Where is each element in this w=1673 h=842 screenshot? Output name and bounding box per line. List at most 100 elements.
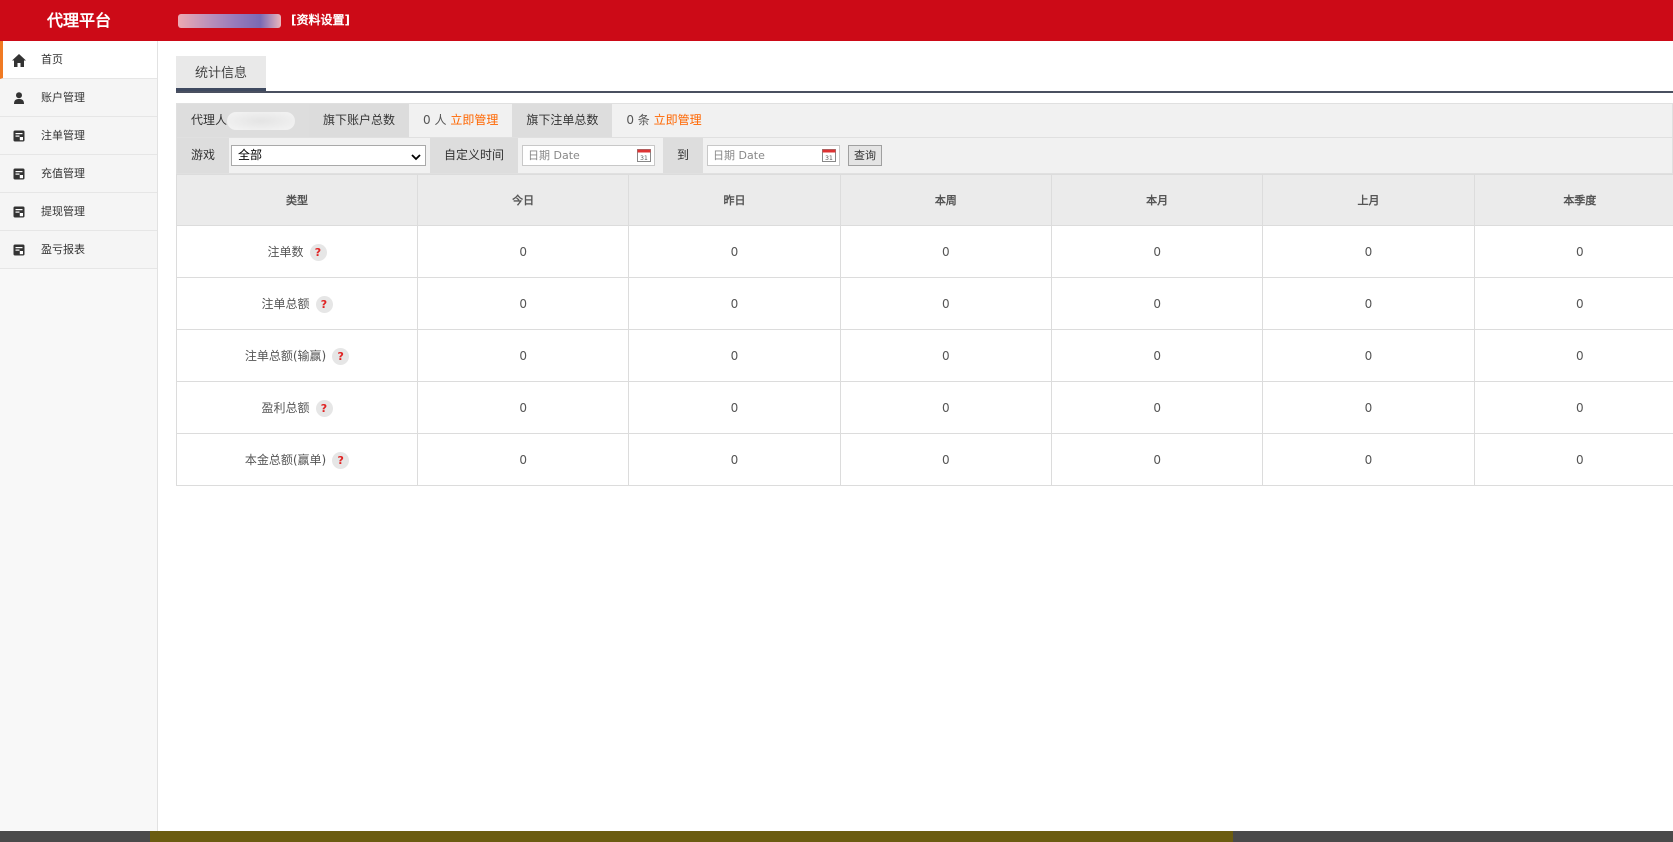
table-cell: 0 [839,381,1052,434]
table-cell: 0 [839,329,1052,382]
table-cell: 0 [1262,433,1475,486]
home-icon [12,53,26,67]
help-icon[interactable]: ? [332,451,350,469]
accounts-total-label: 旗下账户总数 [309,104,410,137]
row-label: 盈利总额? [176,381,418,434]
custom-time-label: 自定义时间 [430,138,519,173]
calendar-icon[interactable]: 31 [637,148,652,162]
column-header: 昨日 [628,174,841,226]
sidebar-item-label: 充值管理 [41,167,85,180]
table-cell: 0 [1473,433,1673,486]
game-label: 游戏 [177,138,230,173]
ledger-icon [12,167,26,181]
sidebar-item-withdrawals[interactable]: 提现管理 [0,193,157,231]
manage-orders-link[interactable]: 立即管理 [654,113,702,127]
table-cell: 0 [416,381,630,434]
sidebar: 首页 账户管理 注单管理 充值管理 提现管理 盈亏报表 [0,41,158,832]
sidebar-item-home[interactable]: 首页 [0,41,157,79]
stats-table: 类型 今日 昨日 本周 本月 上月 本季度 注单数? 0 0 0 0 0 0 注… [176,174,1673,486]
user-info: [资料设置] [178,0,350,41]
help-icon[interactable]: ? [315,295,333,313]
start-date-input[interactable]: 日期 Date 31 [522,145,656,166]
table-cell: 0 [1050,277,1264,330]
help-icon[interactable]: ? [332,347,350,365]
table-cell: 0 [416,329,630,382]
column-header: 类型 [176,174,418,226]
ledger-icon [12,129,26,143]
sidebar-item-deposits[interactable]: 充值管理 [0,155,157,193]
table-cell: 0 [1262,277,1475,330]
chevron-down-icon [411,149,421,168]
table-cell: 0 [1473,225,1673,278]
watermark-banner [150,831,1233,842]
table-cell: 0 [839,225,1052,278]
row-label: 注单总额? [176,277,418,330]
table-cell: 0 [1473,381,1673,434]
table-cell: 0 [1473,329,1673,382]
table-cell: 0 [628,433,841,486]
query-button[interactable]: 查询 [848,145,883,166]
sidebar-item-label: 提现管理 [41,205,85,218]
top-bar: 代理平台 [资料设置] [0,0,1673,41]
table-cell: 0 [1262,329,1475,382]
svg-text:31: 31 [825,155,833,162]
table-row: 注单总额(输赢)? 0 0 0 0 0 0 [176,329,1673,382]
column-header: 本季度 [1473,174,1673,226]
sidebar-item-label: 首页 [41,53,63,66]
help-icon[interactable]: ? [309,243,327,261]
profile-settings-link[interactable]: [资料设置] [291,0,350,41]
table-cell: 0 [628,277,841,330]
table-row: 注单数? 0 0 0 0 0 0 [176,225,1673,278]
orders-total-value: 0 条 立即管理 [612,104,716,137]
table-cell: 0 [1050,433,1264,486]
ledger-icon [12,243,26,257]
sidebar-item-label: 注单管理 [41,129,85,142]
table-cell: 0 [1262,225,1475,278]
table-cell: 0 [416,225,630,278]
table-cell: 0 [628,329,841,382]
username-redacted [178,13,281,28]
game-select[interactable]: 全部 [231,145,427,168]
column-header: 上月 [1262,174,1475,226]
table-cell: 0 [628,225,841,278]
sidebar-item-pnl-report[interactable]: 盈亏报表 [0,231,157,269]
column-header: 今日 [416,174,630,226]
to-label: 到 [663,138,704,173]
table-cell: 0 [1262,381,1475,434]
accounts-count: 0 人 [423,113,447,127]
user-icon [12,91,26,105]
table-cell: 0 [628,381,841,434]
table-cell: 0 [416,433,630,486]
calendar-icon[interactable]: 31 [822,148,837,162]
row-label: 注单总额(输赢)? [176,329,418,382]
svg-text:31: 31 [640,155,648,162]
sidebar-item-orders[interactable]: 注单管理 [0,117,157,155]
sidebar-item-label: 账户管理 [41,91,85,104]
agent-label: 代理人 [177,104,310,137]
column-header: 本月 [1050,174,1264,226]
table-cell: 0 [1050,225,1264,278]
table-cell: 0 [1050,381,1264,434]
end-date-input[interactable]: 日期 Date 31 [707,145,841,166]
row-label: 注单数? [176,225,418,278]
row-label: 本金总额(赢单)? [176,433,418,486]
manage-accounts-link[interactable]: 立即管理 [450,113,498,127]
filter-row: 游戏 全部 自定义时间 日期 Date 31 到 日期 Date 31 查询 [176,138,1673,174]
table-cell: 0 [839,433,1052,486]
ledger-icon [12,205,26,219]
table-header-row: 类型 今日 昨日 本周 本月 上月 本季度 [176,174,1673,226]
summary-row: 代理人 旗下账户总数 0 人 立即管理 旗下注单总数 0 条 立即管理 [176,103,1673,138]
table-row: 注单总额? 0 0 0 0 0 0 [176,277,1673,330]
tab-statistics[interactable]: 统计信息 [176,56,266,91]
table-cell: 0 [416,277,630,330]
table-row: 盈利总额? 0 0 0 0 0 0 [176,381,1673,434]
tab-bar: 统计信息 [176,56,1673,93]
help-icon[interactable]: ? [315,399,333,417]
table-cell: 0 [839,277,1052,330]
table-row: 本金总额(赢单)? 0 0 0 0 0 0 [176,433,1673,486]
agent-name-redacted [227,111,296,130]
orders-total-label: 旗下注单总数 [512,104,613,137]
main-content: 统计信息 代理人 旗下账户总数 0 人 立即管理 旗下注单总数 0 条 立即管理… [176,41,1673,831]
accounts-total-value: 0 人 立即管理 [409,104,513,137]
sidebar-item-accounts[interactable]: 账户管理 [0,79,157,117]
